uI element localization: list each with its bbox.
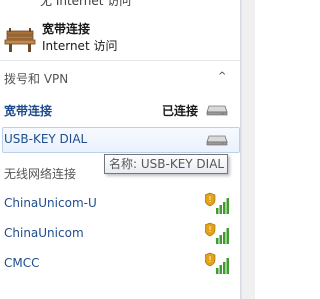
- dialup-drive-icon: [206, 135, 228, 146]
- wifi-network-item[interactable]: CMCC: [4, 253, 230, 275]
- dialup-item-broadband[interactable]: 宽带连接 已连接: [4, 99, 230, 121]
- collapse-icon[interactable]: ^: [218, 71, 226, 82]
- svg-text:!: !: [208, 195, 211, 204]
- bench-icon: [4, 28, 36, 52]
- section-dialup-vpn: 拨号和 VPN: [4, 72, 69, 86]
- connection-status: Internet 访问: [42, 39, 118, 53]
- tooltip: 名称: USB-KEY DIAL: [104, 154, 228, 174]
- connected-status: 已连接: [162, 104, 199, 118]
- partial-status-text: 无 Internet 访问: [40, 0, 132, 8]
- wifi-network-label: ChinaUnicom-U: [4, 196, 97, 210]
- svg-text:!: !: [208, 225, 211, 234]
- wifi-network-item[interactable]: ChinaUnicom: [4, 223, 230, 245]
- wifi-signal-icon: !: [205, 192, 229, 214]
- wifi-signal-icon: !: [205, 222, 229, 244]
- divider: [0, 60, 240, 61]
- dialup-item-label: 宽带连接: [4, 104, 53, 118]
- wifi-network-label: CMCC: [4, 256, 40, 270]
- connection-name: 宽带连接: [42, 22, 91, 36]
- dialup-item-label: USB-KEY DIAL: [4, 132, 88, 146]
- svg-text:!: !: [208, 255, 211, 264]
- wifi-network-label: ChinaUnicom: [4, 226, 84, 240]
- section-wireless: 无线网络连接: [4, 167, 77, 181]
- network-flyout: 无 Internet 访问 宽带连接 Internet 访问 拨号和 VPN ^…: [0, 0, 241, 299]
- scrollbar[interactable]: [241, 0, 255, 299]
- wifi-network-item[interactable]: ChinaUnicom-U: [4, 193, 230, 215]
- dialup-item-usbkey[interactable]: USB-KEY DIAL: [4, 129, 230, 151]
- wifi-signal-icon: !: [205, 252, 229, 274]
- dialup-drive-icon: [206, 105, 228, 116]
